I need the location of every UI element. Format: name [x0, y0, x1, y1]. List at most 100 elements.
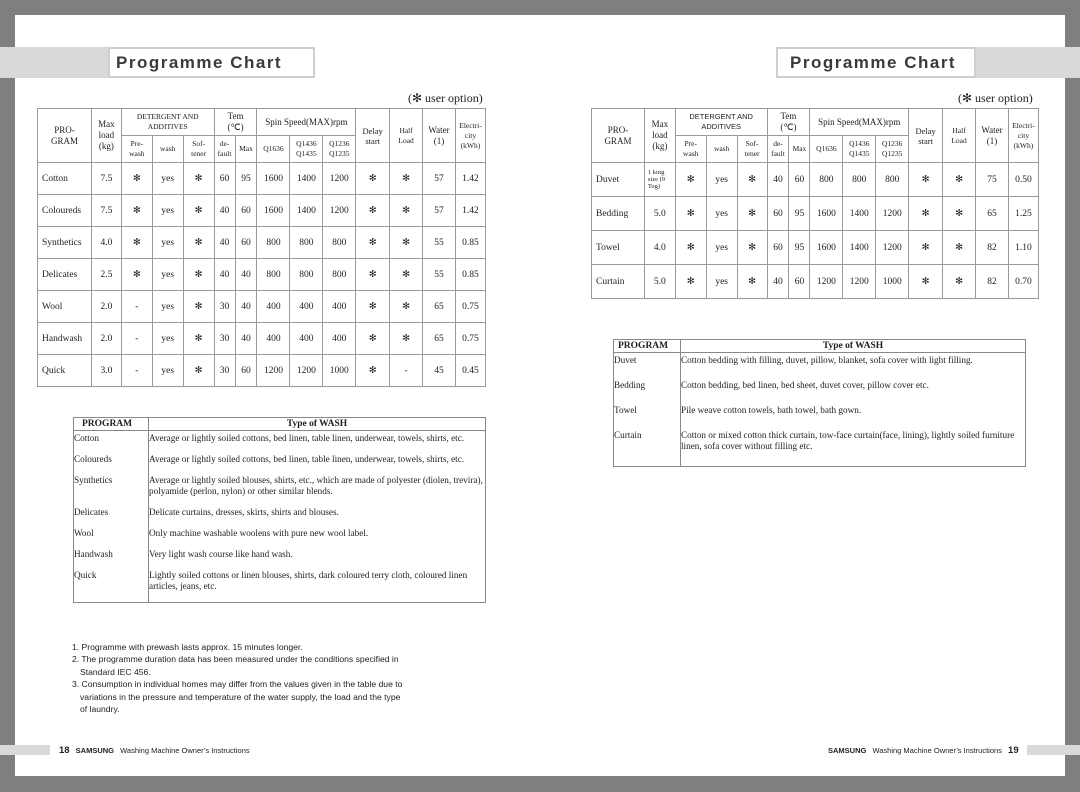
cell-elec: 0.45: [454, 354, 487, 387]
cell-t-default: 40: [213, 194, 236, 227]
wash-description: Pile weave cotton towels, bath towel, ba…: [681, 405, 862, 415]
table-row: Synthetics 4.0 ✻ yes ✻ 40 60 800 800 800 ✻ ✻ 55 0.85: [37, 226, 487, 259]
cell-q1636: 400: [256, 322, 291, 355]
cell-q1636: 800: [256, 258, 291, 291]
header-prewash: Pre-wash: [674, 135, 707, 163]
header-spin: Spin Speed(MAX)rpm: [256, 108, 357, 136]
brand-label: SAMSUNG: [828, 746, 867, 755]
footer-left: 18 SAMSUNG Washing Machine Owner’s Instr…: [59, 745, 250, 756]
cell-elec: 0.50: [1007, 162, 1040, 197]
wash-row: Towel Pile weave cotton towels, bath towe…: [613, 405, 1026, 430]
wash-row: Delicates Delicate curtains, dresses, ski…: [73, 507, 486, 528]
cell-water: 57: [422, 162, 456, 195]
cell-prewash: ✻: [120, 226, 153, 259]
header-water: Water (1): [422, 108, 456, 163]
header-softener: Sof-tener: [736, 135, 768, 163]
footnotes: 1. Programme with prewash lasts approx. …: [72, 641, 407, 715]
cell-q1436: 800: [289, 226, 324, 259]
page-number: 18: [59, 745, 70, 756]
header-q1436: Q1436 Q1435: [842, 135, 877, 163]
wash-description: Lightly soiled cottons or linen blouses,…: [149, 570, 468, 591]
cell-prewash: ✻: [674, 264, 707, 299]
cell-q1636: 800: [809, 162, 844, 197]
cell-softener: ✻: [736, 264, 768, 299]
cell-softener: ✻: [736, 230, 768, 265]
footer-right: SAMSUNG Washing Machine Owner’s Instruct…: [824, 745, 1019, 756]
page-title-right: Programme Chart: [776, 47, 976, 78]
cell-delay: ✻: [908, 230, 944, 265]
cell-q1636: 1600: [809, 196, 844, 231]
cell-q1236: 1000: [875, 264, 910, 299]
cell-program: Coloureds: [37, 194, 92, 227]
cell-delay: ✻: [355, 258, 391, 291]
cell-t-default: 40: [766, 264, 790, 299]
cell-half: ✻: [389, 258, 424, 291]
wash-description: Very light wash course like hand wash.: [149, 549, 293, 559]
cell-half: -: [389, 354, 424, 387]
cell-water: 55: [422, 226, 456, 259]
cell-load: 3.0: [90, 354, 122, 387]
header-temp: Tem (℃): [766, 108, 811, 136]
table-row: Towel 4.0 ✻ yes ✻ 60 95 1600 1400 1200 ✻ ✻ 82 1.10: [591, 230, 1040, 265]
cell-load: 1 king size (9 Tog): [643, 162, 676, 197]
cell-delay: ✻: [355, 354, 391, 387]
cell-delay: ✻: [355, 194, 391, 227]
cell-elec: 0.85: [454, 226, 487, 259]
cell-half: ✻: [942, 162, 976, 197]
header-electricity: Electri-city (kWh): [1007, 108, 1040, 163]
footer-band-left: [0, 745, 50, 755]
footer-text: Washing Machine Owner’s Instructions: [872, 746, 1002, 755]
brand-label: SAMSUNG: [75, 746, 115, 755]
header-program: PRO- GRAM: [37, 108, 92, 163]
cell-t-default: 30: [213, 354, 236, 387]
header-half-load: Half Load: [942, 108, 976, 163]
cell-delay: ✻: [908, 264, 944, 299]
wash-description: Cotton bedding, bed linen, bed sheet, du…: [681, 380, 929, 390]
wash-header-type: Type of WASH: [680, 339, 1026, 353]
cell-t-default: 60: [766, 230, 790, 265]
table-row: Quick 3.0- yes ✻ 30 60 1200 1200 1000 ✻ -45 0.45: [37, 354, 487, 387]
cell-elec: 1.42: [454, 194, 487, 227]
wash-program: Quick: [73, 570, 149, 603]
cell-q1236: 1000: [322, 354, 357, 387]
wash-description: Average or lightly soiled cottons, bed l…: [149, 454, 465, 464]
cell-program: Synthetics: [37, 226, 92, 259]
programme-table-right: PRO- GRAM Max load (kg) DETERGENT AND ADDIT…: [591, 108, 1040, 299]
cell-delay: ✻: [355, 162, 391, 195]
cell-q1236: 400: [322, 322, 357, 355]
cell-wash: yes: [151, 258, 184, 291]
cell-t-max: 60: [234, 194, 258, 227]
table-row: Cotton 7.5 ✻ yes ✻ 60 95 1600 1400 1200 ✻ ✻ 57 1.42: [37, 162, 487, 195]
header-program: PRO- GRAM: [591, 108, 645, 163]
table-row: Coloureds 7.5 ✻ yes ✻ 40 60 1600 1400 1200 ✻ ✻ 57 1.4…: [37, 194, 487, 227]
wash-row: Synthetics Average or lightly soiled blou…: [73, 475, 486, 507]
header-softener: Sof-tener: [182, 135, 215, 163]
wash-program: Duvet: [613, 352, 681, 380]
footer-text: Washing Machine Owner’s Instructions: [120, 746, 250, 755]
cell-q1636: 1600: [256, 194, 291, 227]
cell-t-default: 40: [766, 162, 790, 197]
wash-description: Average or lightly soiled cottons, bed l…: [149, 433, 465, 443]
cell-half: ✻: [389, 194, 424, 227]
cell-half: ✻: [389, 162, 424, 195]
header-temp-max: Max: [234, 135, 258, 163]
cell-q1236: 1200: [322, 162, 357, 195]
cell-elec: 0.75: [454, 322, 487, 355]
cell-prewash: ✻: [674, 230, 707, 265]
header-delay: Delay start: [908, 108, 944, 163]
header-detergent: DETERGENT AND ADDITIVES: [120, 108, 215, 136]
cell-elec: 0.70: [1007, 264, 1040, 299]
cell-t-default: 60: [766, 196, 790, 231]
cell-q1636: 800: [256, 226, 291, 259]
cell-half: ✻: [942, 196, 976, 231]
cell-q1436: 400: [289, 322, 324, 355]
header-wash: wash: [705, 135, 738, 163]
cell-load: 5.0: [643, 264, 676, 299]
cell-softener: ✻: [182, 162, 215, 195]
cell-half: ✻: [389, 226, 424, 259]
cell-q1436: 800: [842, 162, 877, 197]
wash-row: Bedding Cotton bedding, bed linen, bed sh…: [613, 380, 1026, 405]
table-row: Duvet 1 king size (9 Tog) ✻ yes ✻ 40 60 800 800 8…: [591, 162, 1040, 197]
cell-wash: yes: [705, 162, 738, 197]
cell-q1236: 800: [322, 226, 357, 259]
